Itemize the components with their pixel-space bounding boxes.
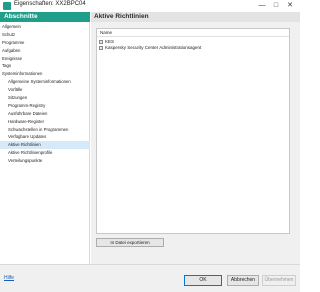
sidebar-item[interactable]: Vorfälle: [0, 86, 90, 94]
list-item-label: KES: [105, 39, 115, 44]
sidebar-item[interactable]: Hardware-Register: [0, 118, 90, 126]
sidebar-item[interactable]: Verfügbare Updates: [0, 133, 90, 141]
sidebar-header-label: Abschnitte: [4, 13, 38, 20]
sidebar-list: Allgemein Schutz Programme Aufgaben Ereignis…: [0, 23, 90, 165]
panel-header: Aktive Richtlinien: [91, 12, 300, 22]
list-item-label: Kaspersky Security Center Administration…: [105, 45, 202, 50]
sidebar-item[interactable]: Allgemein: [0, 23, 90, 31]
close-icon[interactable]: ✕: [285, 1, 295, 10]
sidebar-item[interactable]: Programm-Registry: [0, 102, 90, 110]
dialog-footer: Hilfe OK Abbrechen Übernehmen: [0, 264, 300, 292]
sections-sidebar: Abschnitte Allgemein Schutz Programme Aufga…: [0, 12, 90, 264]
page-title: Aktive Richtlinien: [94, 13, 149, 20]
minimize-icon[interactable]: —: [257, 1, 267, 10]
sidebar-item[interactable]: Ausführbare Dateien: [0, 110, 90, 118]
apply-button[interactable]: Übernehmen: [262, 275, 296, 286]
sidebar-item[interactable]: Allgemeine Systeminformationen: [0, 78, 90, 86]
sidebar-item[interactable]: Ereignisse: [0, 55, 90, 63]
sidebar-item[interactable]: Verteilungspunkte: [0, 157, 90, 165]
column-header-name[interactable]: Name: [97, 29, 289, 37]
policies-list[interactable]: Name KES Kaspersky Security Center Admin…: [96, 28, 290, 234]
list-item[interactable]: Kaspersky Security Center Administration…: [99, 45, 279, 51]
policy-icon: [99, 39, 103, 44]
sidebar-item[interactable]: Tags: [0, 62, 90, 70]
sidebar-item[interactable]: Aktive Richtlinienprofile: [0, 149, 90, 157]
cancel-button[interactable]: Abbrechen: [227, 275, 259, 286]
title-bar: Eigenschaften: XX2BPC04 — □ ✕: [0, 0, 300, 12]
sidebar-item[interactable]: Schutz: [0, 31, 90, 39]
help-link[interactable]: Hilfe: [4, 275, 14, 281]
sidebar-item[interactable]: Systeminformationen: [0, 70, 90, 78]
main-panel: Aktive Richtlinien Name KES Kaspersky Se…: [91, 12, 300, 264]
sidebar-item[interactable]: Aufgaben: [0, 47, 90, 55]
app-icon: [3, 2, 11, 10]
policy-icon: [99, 45, 103, 50]
export-to-file-button[interactable]: In Datei exportieren: [96, 238, 164, 247]
maximize-icon[interactable]: □: [271, 1, 281, 10]
ok-button[interactable]: OK: [184, 275, 222, 286]
window-title: Eigenschaften: XX2BPC04: [14, 1, 86, 7]
sidebar-item[interactable]: Schwachstellen in Programmen: [0, 126, 90, 134]
sidebar-item[interactable]: Sitzungen: [0, 94, 90, 102]
sidebar-item[interactable]: Aktive Richtlinien: [0, 141, 90, 150]
sidebar-item[interactable]: Programme: [0, 39, 90, 47]
sidebar-header: Abschnitte: [0, 12, 90, 22]
